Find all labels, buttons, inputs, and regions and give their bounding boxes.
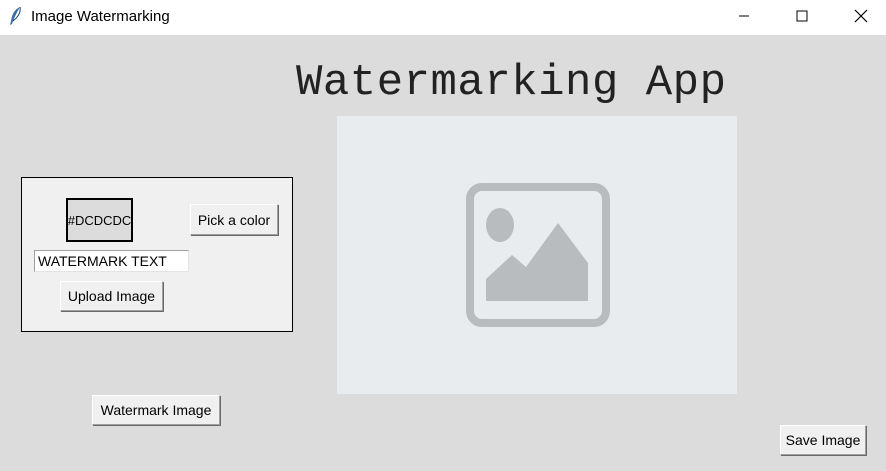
upload-image-button[interactable]: Upload Image: [60, 281, 163, 311]
watermark-text-input[interactable]: [34, 250, 189, 272]
close-button[interactable]: [838, 0, 884, 32]
maximize-icon: [796, 10, 808, 22]
image-placeholder-icon: [466, 183, 610, 327]
pick-color-button[interactable]: Pick a color: [190, 204, 278, 235]
color-swatch: #DCDCDC: [66, 198, 133, 242]
image-preview: [337, 116, 737, 394]
close-icon: [854, 9, 868, 23]
watermark-image-button[interactable]: Watermark Image: [92, 395, 220, 425]
maximize-button[interactable]: [779, 0, 825, 32]
minimize-button[interactable]: [721, 0, 767, 32]
page-title: Watermarking App: [296, 58, 727, 108]
window-title: Image Watermarking: [31, 8, 170, 25]
save-image-button[interactable]: Save Image: [780, 425, 866, 455]
control-panel: #DCDCDC Pick a color Upload Image: [21, 177, 293, 332]
minimize-icon: [739, 15, 749, 17]
title-bar: Image Watermarking: [0, 0, 886, 35]
app-window: Image Watermarking Watermarking App #DCD…: [0, 0, 886, 471]
feather-icon: [7, 6, 25, 26]
